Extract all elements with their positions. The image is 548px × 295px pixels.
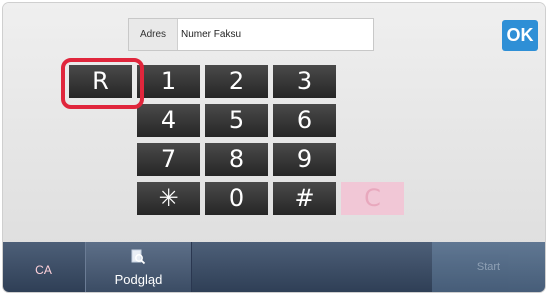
ok-button[interactable]: OK (502, 20, 538, 51)
key-2[interactable]: 2 (205, 65, 268, 98)
preview-button[interactable]: Podgląd (85, 242, 192, 292)
address-field[interactable]: Adres Numer Faksu (128, 18, 374, 51)
clear-all-button[interactable]: CA (3, 242, 84, 292)
key-hash[interactable]: # (273, 182, 336, 215)
clear-all-label: CA (35, 263, 52, 277)
key-1[interactable]: 1 (137, 65, 200, 98)
preview-icon (131, 249, 146, 265)
redial-key-highlight (61, 58, 144, 109)
key-8[interactable]: 8 (205, 143, 268, 176)
key-asterisk[interactable]: ✳ (137, 182, 200, 215)
key-5[interactable]: 5 (205, 104, 268, 137)
fax-number-input[interactable]: Numer Faksu (181, 19, 241, 50)
key-0[interactable]: 0 (205, 182, 268, 215)
address-label: Adres (129, 19, 178, 50)
key-3[interactable]: 3 (273, 65, 336, 98)
key-7[interactable]: 7 (137, 143, 200, 176)
start-label: Start (476, 261, 501, 273)
bottom-action-bar: CA Podgląd Start (3, 242, 545, 292)
fax-keypad-screen: Adres Numer Faksu OK R 1 2 3 4 5 6 7 8 9… (3, 3, 545, 292)
key-9[interactable]: 9 (273, 143, 336, 176)
start-button[interactable]: Start (432, 242, 545, 292)
clear-key[interactable]: C (341, 182, 404, 215)
key-6[interactable]: 6 (273, 104, 336, 137)
preview-label: Podgląd (114, 272, 163, 287)
key-4[interactable]: 4 (137, 104, 200, 137)
